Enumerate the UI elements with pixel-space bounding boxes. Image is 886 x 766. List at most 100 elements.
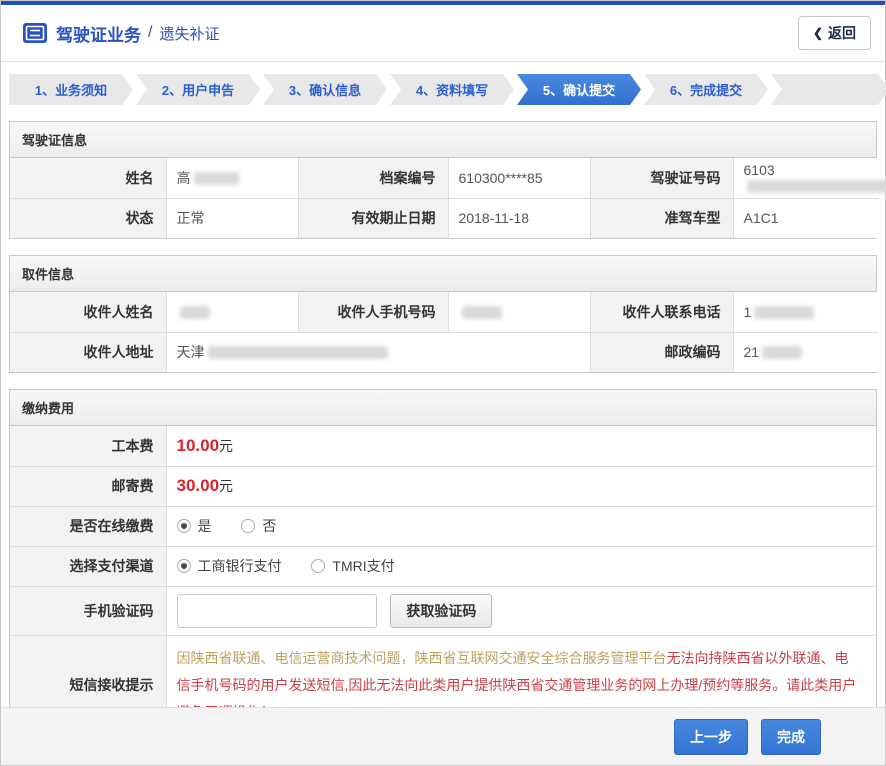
- redacted-blur: [194, 172, 239, 185]
- step-tab-label: 4、资料填写: [416, 80, 488, 99]
- table-row: 姓名 高 档案编号 610300****85 驾驶证号码 6103: [10, 158, 878, 198]
- notice-text-tan: 因陕西省联通、电信运营商技术问题，陕西省互联网交通安全综合服务管理平台: [177, 650, 667, 666]
- previous-step-button[interactable]: 上一步: [674, 719, 748, 755]
- step-tab-4: 4、资料填写: [390, 74, 514, 105]
- table-row: 工本费 10.00元: [10, 426, 876, 466]
- field-value-postage-fee: 30.00元: [166, 466, 876, 506]
- redacted-blur: [747, 180, 886, 193]
- radio-option-icbc[interactable]: 工商银行支付: [177, 556, 282, 576]
- page: 驾驶证业务 / 遗失补证 ❮ 返回 1、业务须知 2、用户申告 3、确认信息 4…: [0, 0, 886, 766]
- step-tab-label: 2、用户申告: [162, 80, 234, 99]
- table-row: 是否在线缴费 是 否: [10, 506, 876, 546]
- step-tab-label: 3、确认信息: [289, 80, 361, 99]
- radio-option-no[interactable]: 否: [241, 516, 276, 536]
- page-title: 驾驶证业务: [56, 21, 141, 46]
- radio-option-label: 否: [262, 516, 276, 536]
- field-label-expiry-date: 有效期止日期: [298, 198, 448, 238]
- step-tab-2: 2、用户申告: [136, 74, 260, 105]
- back-button[interactable]: ❮ 返回: [798, 16, 871, 50]
- field-label-file-number: 档案编号: [298, 158, 448, 198]
- radio-option-label: 工商银行支付: [198, 556, 282, 576]
- finish-button[interactable]: 完成: [761, 719, 821, 755]
- field-value-file-number: 610300****85: [448, 158, 590, 198]
- field-value-license-number: 6103: [733, 158, 878, 198]
- table-row: 手机验证码 获取验证码: [10, 586, 876, 635]
- breadcrumb-separator: /: [148, 24, 152, 42]
- table-row: 收件人地址 天津 邮政编码 21: [10, 332, 878, 372]
- field-label-postage-fee: 邮寄费: [10, 466, 166, 506]
- payment-table: 工本费 10.00元 邮寄费 30.00元 是否在线缴费 是 否 选择支付渠道 …: [10, 426, 876, 735]
- table-row: 选择支付渠道 工商银行支付 TMRI支付: [10, 546, 876, 586]
- redacted-blur: [462, 306, 502, 319]
- field-label-zip-code: 邮政编码: [590, 332, 733, 372]
- pickup-section-title: 取件信息: [10, 256, 876, 292]
- pickup-info-table: 收件人姓名 收件人手机号码 收件人联系电话 1 收件人地址 天津 邮政编码 21: [10, 292, 878, 372]
- field-label-name: 姓名: [10, 158, 166, 198]
- get-sms-code-button[interactable]: 获取验证码: [390, 594, 492, 628]
- back-chevron-icon: ❮: [813, 26, 823, 40]
- sms-code-cell: 获取验证码: [166, 586, 876, 635]
- field-value-status: 正常: [166, 198, 298, 238]
- field-value-production-fee: 10.00元: [166, 426, 876, 466]
- radio-tmri-icon[interactable]: [311, 559, 325, 573]
- header: 驾驶证业务 / 遗失补证 ❮ 返回: [1, 5, 885, 62]
- field-label-recipient-address: 收件人地址: [10, 332, 166, 372]
- field-label-pay-channel: 选择支付渠道: [10, 546, 166, 586]
- license-info-section: 驾驶证信息 姓名 高 档案编号 610300****85 驾驶证号码 6103 …: [9, 121, 877, 239]
- field-value-recipient-name: [166, 292, 298, 332]
- redacted-blur: [180, 306, 210, 319]
- fee-amount: 30.00: [177, 476, 220, 495]
- breadcrumb-current: 遗失补证: [159, 23, 219, 44]
- field-value-name: 高: [166, 158, 298, 198]
- fee-unit: 元: [219, 478, 233, 494]
- field-value-recipient-address: 天津: [166, 332, 590, 372]
- pay-channel-options: 工商银行支付 TMRI支付: [166, 546, 876, 586]
- field-label-online-pay: 是否在线缴费: [10, 506, 166, 546]
- radio-option-tmri[interactable]: TMRI支付: [311, 556, 394, 576]
- fee-unit: 元: [219, 438, 233, 454]
- step-tab-6: 6、完成提交: [644, 74, 768, 105]
- redacted-blur: [762, 346, 802, 359]
- footer-action-bar: 上一步 完成: [1, 707, 885, 765]
- step-tab-label: 1、业务须知: [35, 80, 107, 99]
- step-progress-bar: 1、业务须知 2、用户申告 3、确认信息 4、资料填写 5、确认提交 6、完成提…: [9, 74, 877, 105]
- field-label-status: 状态: [10, 198, 166, 238]
- payment-section: 缴纳费用 工本费 10.00元 邮寄费 30.00元 是否在线缴费 是 否 选择…: [9, 389, 877, 736]
- radio-icbc-icon[interactable]: [177, 559, 191, 573]
- field-label-recipient-mobile: 收件人手机号码: [298, 292, 448, 332]
- field-label-production-fee: 工本费: [10, 426, 166, 466]
- step-tab-5: 5、确认提交: [517, 74, 641, 105]
- table-row: 收件人姓名 收件人手机号码 收件人联系电话 1: [10, 292, 878, 332]
- step-tab-3: 3、确认信息: [263, 74, 387, 105]
- field-value-zip-code: 21: [733, 332, 878, 372]
- radio-option-label: 是: [198, 516, 212, 536]
- field-label-license-number: 驾驶证号码: [590, 158, 733, 198]
- fee-amount: 10.00: [177, 436, 220, 455]
- pickup-info-section: 取件信息 收件人姓名 收件人手机号码 收件人联系电话 1 收件人地址 天津 邮政…: [9, 255, 877, 373]
- license-info-table: 姓名 高 档案编号 610300****85 驾驶证号码 6103 状态 正常 …: [10, 158, 878, 238]
- online-pay-options: 是 否: [166, 506, 876, 546]
- step-tab-1: 1、业务须知: [9, 74, 133, 105]
- step-tab-label: 6、完成提交: [670, 80, 742, 99]
- table-row: 状态 正常 有效期止日期 2018-11-18 准驾车型 A1C1: [10, 198, 878, 238]
- redacted-blur: [754, 306, 814, 319]
- field-label-sms-code: 手机验证码: [10, 586, 166, 635]
- field-value-vehicle-class: A1C1: [733, 198, 878, 238]
- radio-yes-icon[interactable]: [177, 519, 191, 533]
- field-value-recipient-phone: 1: [733, 292, 878, 332]
- field-value-recipient-mobile: [448, 292, 590, 332]
- step-bar-filler: [771, 74, 886, 105]
- field-label-recipient-name: 收件人姓名: [10, 292, 166, 332]
- table-row: 邮寄费 30.00元: [10, 466, 876, 506]
- radio-option-yes[interactable]: 是: [177, 516, 212, 536]
- back-button-label: 返回: [828, 23, 856, 43]
- radio-option-label: TMRI支付: [332, 556, 394, 576]
- field-value-expiry-date: 2018-11-18: [448, 198, 590, 238]
- sms-code-input[interactable]: [177, 594, 377, 628]
- payment-section-title: 缴纳费用: [10, 390, 876, 426]
- radio-no-icon[interactable]: [241, 519, 255, 533]
- field-label-recipient-phone: 收件人联系电话: [590, 292, 733, 332]
- field-label-vehicle-class: 准驾车型: [590, 198, 733, 238]
- redacted-blur: [208, 346, 388, 359]
- license-section-title: 驾驶证信息: [10, 122, 876, 158]
